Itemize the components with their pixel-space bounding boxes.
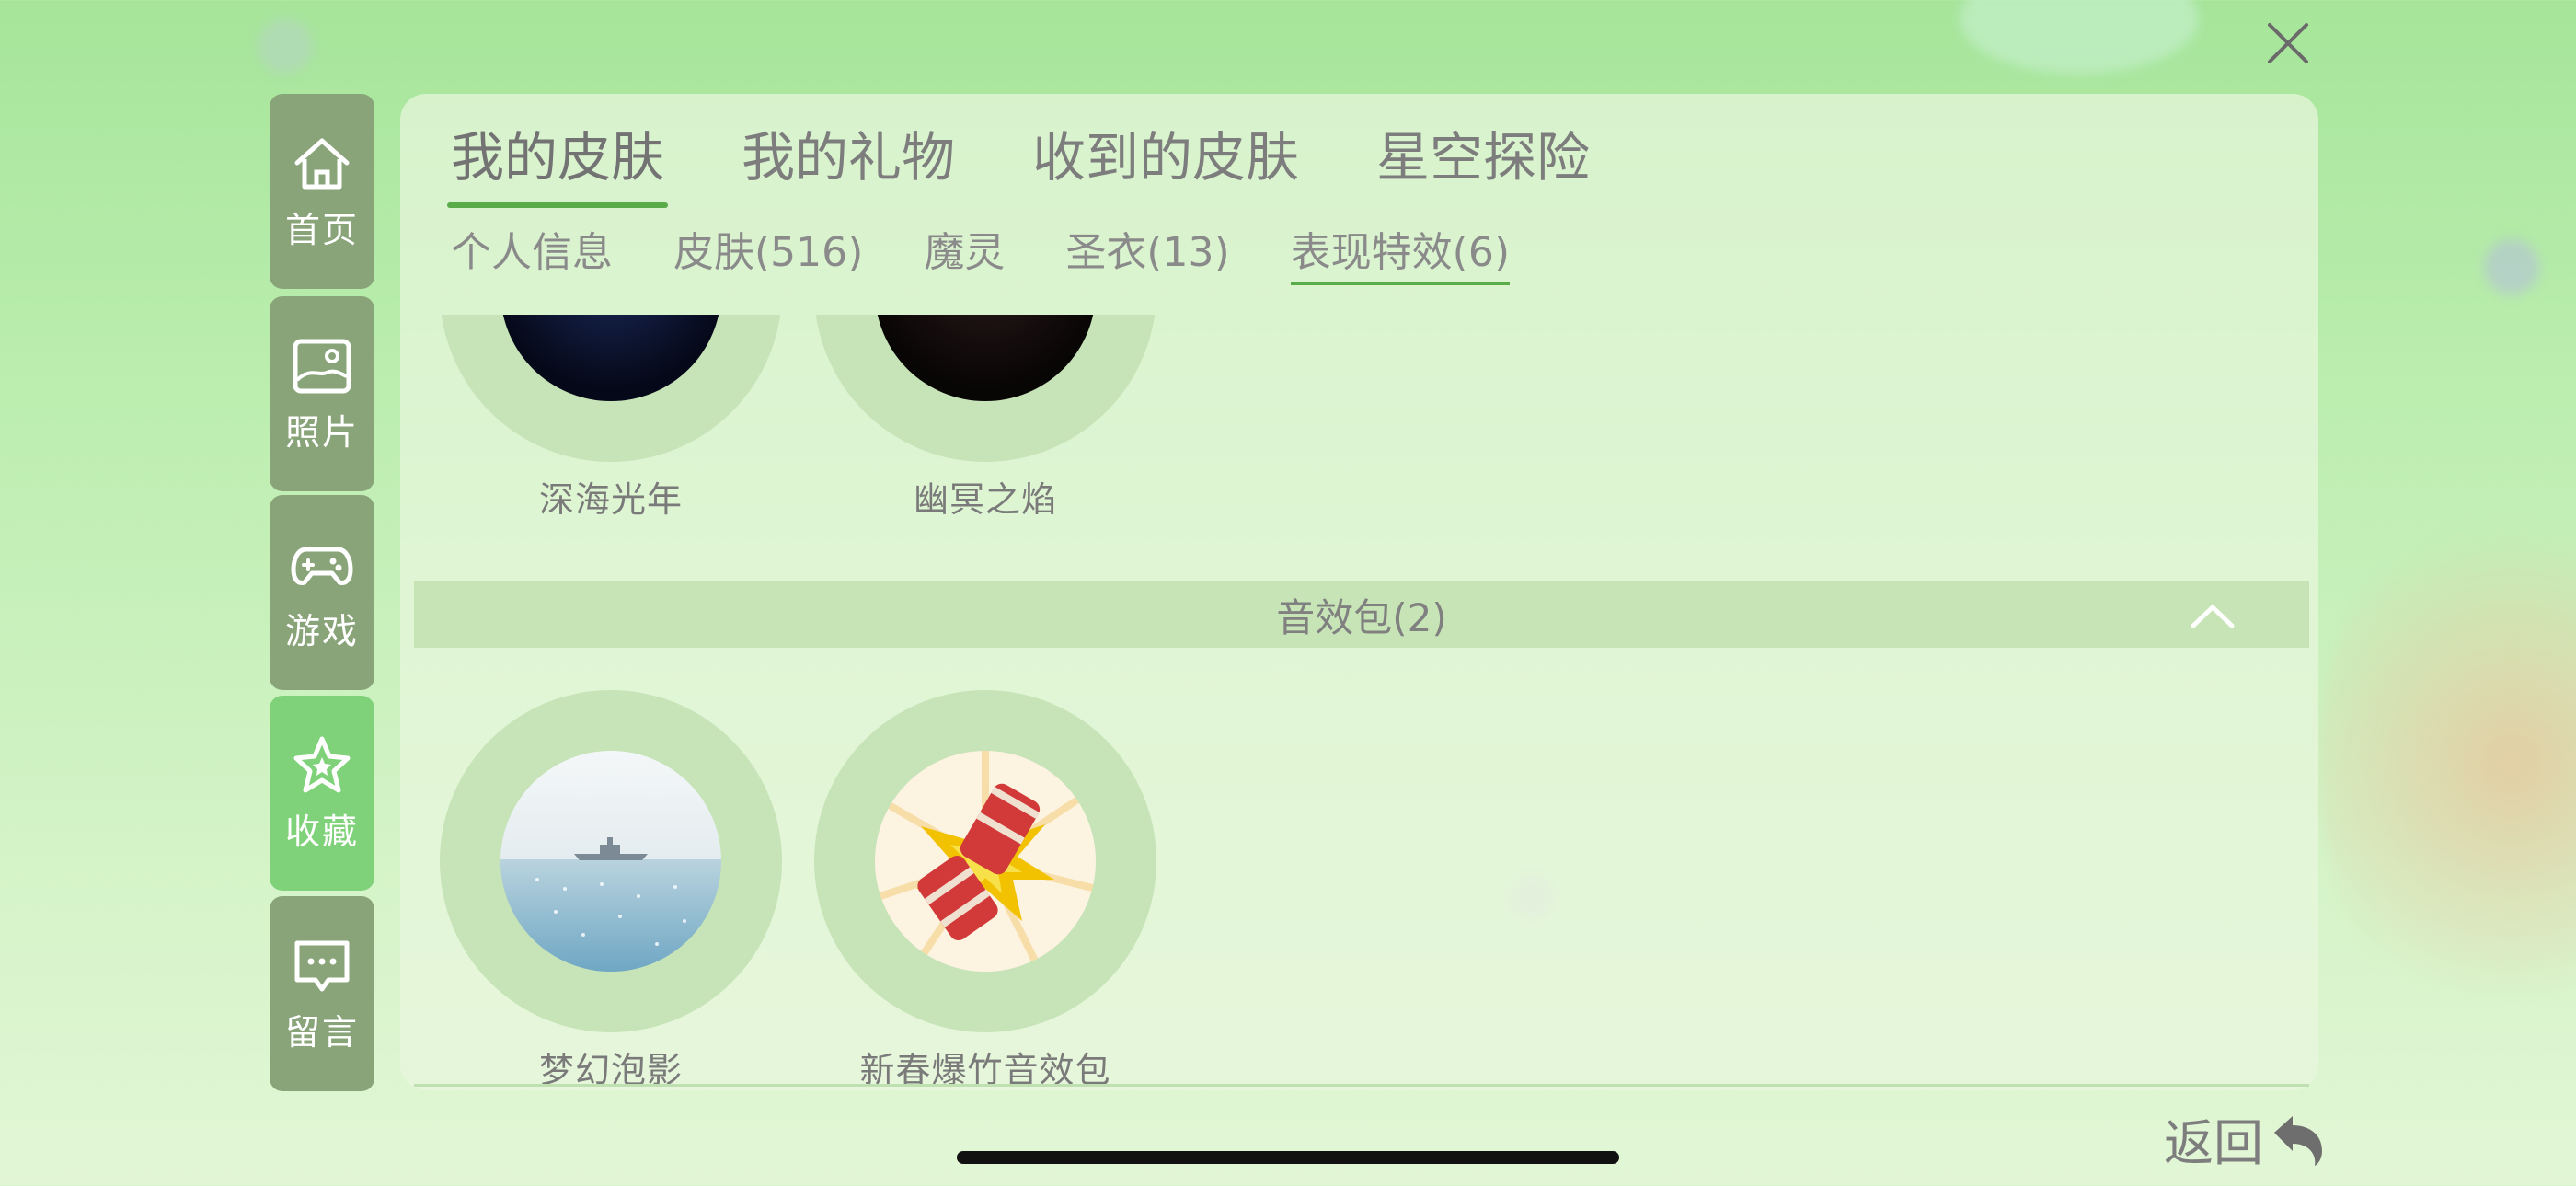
- item-ring: [814, 315, 1156, 462]
- chevron-up-icon[interactable]: [2190, 598, 2236, 631]
- item-thumbnail: [875, 315, 1096, 401]
- nav-item-favorites[interactable]: 收藏: [270, 696, 374, 891]
- section-title: 音效包(2): [1276, 594, 1447, 640]
- nav-label: 收藏: [284, 811, 359, 852]
- item-thumbnail-firecracker: [875, 751, 1096, 972]
- subtab-armor[interactable]: 圣衣(13): [1065, 219, 1229, 285]
- close-icon[interactable]: [2265, 20, 2311, 66]
- nav-label: 留言: [284, 1011, 359, 1053]
- nav-item-game[interactable]: 游戏: [270, 495, 374, 690]
- back-button[interactable]: 返回: [2164, 1102, 2328, 1175]
- sub-tabs: 个人信息 皮肤(516) 魔灵 圣衣(13) 表现特效(6): [451, 219, 1570, 285]
- nav-item-photo[interactable]: 照片: [270, 296, 374, 491]
- nav-item-home[interactable]: 首页: [270, 94, 374, 289]
- photo-icon: [293, 339, 351, 393]
- back-label: 返回: [2164, 1114, 2263, 1172]
- subtab-skins[interactable]: 皮肤(516): [673, 219, 863, 285]
- message-icon: [294, 940, 350, 991]
- top-tabs: 我的皮肤 我的礼物 收到的皮肤 星空探险: [446, 114, 1667, 208]
- home-icon: [294, 138, 350, 189]
- tab-my-gifts[interactable]: 我的礼物: [742, 114, 955, 208]
- item-label: 深海光年: [538, 479, 683, 520]
- home-indicator: [957, 1151, 1619, 1164]
- sound-pack-item[interactable]: 新春爆竹音效包: [814, 690, 1156, 1088]
- nav-label: 游戏: [284, 610, 359, 651]
- item-ring: [440, 315, 782, 462]
- tab-received-skins[interactable]: 收到的皮肤: [1032, 114, 1299, 208]
- nav-label: 照片: [284, 411, 359, 453]
- subtab-effects[interactable]: 表现特效(6): [1290, 219, 1511, 285]
- list-divider: [414, 1084, 2309, 1087]
- tab-my-skins[interactable]: 我的皮肤: [446, 114, 669, 208]
- item-label: 新春爆竹音效包: [859, 1050, 1111, 1088]
- background-bokeh: [2318, 478, 2576, 1049]
- star-icon: [293, 736, 351, 792]
- item-thumbnail-sea: [500, 751, 721, 972]
- background-bokeh: [2484, 239, 2539, 294]
- effects-scroll-area[interactable]: 深海光年 幽冥之焰 音效包(2) 梦幻泡影 新春爆竹音效包: [414, 315, 2309, 1088]
- subtab-profile[interactable]: 个人信息: [451, 219, 613, 285]
- section-header-sound-packs[interactable]: 音效包(2): [414, 581, 2309, 648]
- item-label: 幽冥之焰: [913, 479, 1057, 520]
- item-ring: [440, 690, 782, 1032]
- subtab-spirit[interactable]: 魔灵: [924, 219, 1005, 285]
- nav-label: 首页: [284, 209, 359, 250]
- main-panel: 我的皮肤 我的礼物 收到的皮肤 星空探险 个人信息 皮肤(516) 魔灵 圣衣(…: [400, 94, 2318, 1090]
- background-bokeh: [1960, 0, 2199, 74]
- back-arrow-icon: [2274, 1115, 2322, 1166]
- background-bokeh: [258, 18, 313, 74]
- item-label: 梦幻泡影: [538, 1050, 683, 1088]
- gamepad-icon: [291, 547, 353, 585]
- item-ring: [814, 690, 1156, 1032]
- effect-item[interactable]: 幽冥之焰: [814, 315, 1156, 522]
- nav-item-message[interactable]: 留言: [270, 896, 374, 1091]
- item-thumbnail: [500, 315, 721, 401]
- sound-pack-item[interactable]: 梦幻泡影: [440, 690, 782, 1088]
- effect-item[interactable]: 深海光年: [440, 315, 782, 522]
- tab-star-adventure[interactable]: 星空探险: [1376, 114, 1590, 208]
